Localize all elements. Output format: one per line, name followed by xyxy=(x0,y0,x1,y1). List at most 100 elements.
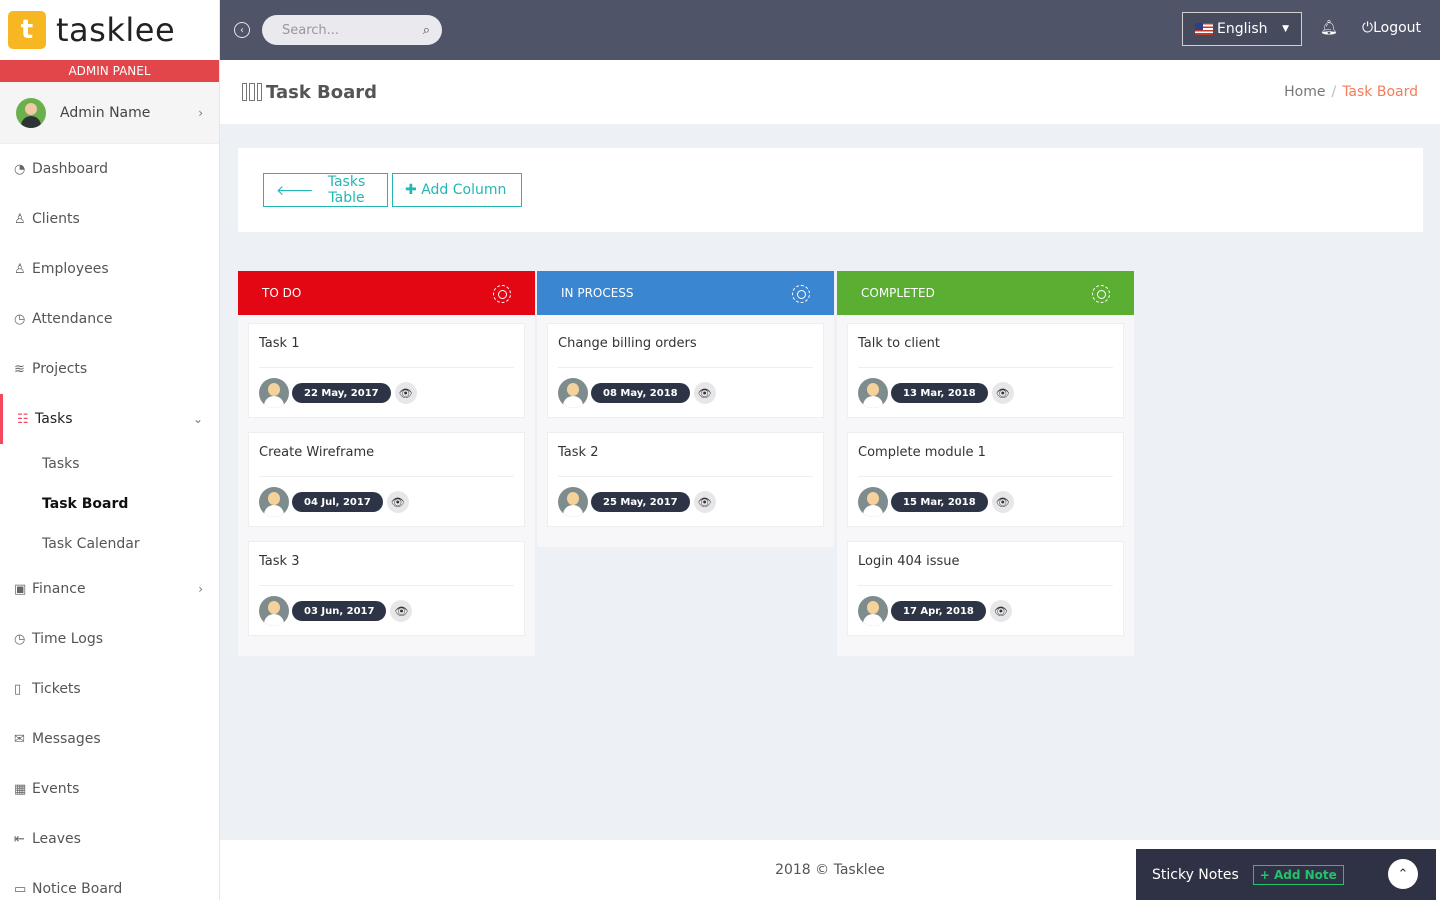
sidebar-subitem-label: Task Board xyxy=(42,496,129,512)
avatar xyxy=(858,378,888,408)
sidebar-item-leaves[interactable]: ⇤ Leaves xyxy=(0,814,219,864)
avatar xyxy=(558,487,588,517)
task-card[interactable]: Login 404 issue 17 Apr, 2018 👁︎ xyxy=(847,541,1124,636)
logout-label: Logout xyxy=(1373,20,1422,36)
sidebar-item-label: Employees xyxy=(32,261,109,277)
eye-icon[interactable]: 👁︎ xyxy=(989,600,1012,622)
add-note-button[interactable]: + Add Note xyxy=(1252,864,1344,885)
task-title: Talk to client xyxy=(858,336,1113,368)
laptop-icon: ▭ xyxy=(14,881,27,897)
task-card[interactable]: Change billing orders 08 May, 2018 👁︎ xyxy=(547,323,824,418)
gear-icon[interactable] xyxy=(1092,285,1110,303)
add-note-label: Add Note xyxy=(1273,867,1337,882)
envelope-icon: ✉ xyxy=(14,731,25,747)
eye-icon[interactable]: 👁︎ xyxy=(394,382,417,404)
task-card[interactable]: Talk to client 13 Mar, 2018 👁︎ xyxy=(847,323,1124,418)
sidebar-item-label: Events xyxy=(32,781,80,797)
gear-icon[interactable] xyxy=(792,285,810,303)
task-card[interactable]: Task 1 22 May, 2017 👁︎ xyxy=(248,323,525,418)
sidebar-subitem-task-board[interactable]: Task Board xyxy=(0,484,219,524)
task-card[interactable]: Create Wireframe 04 Jul, 2017 👁︎ xyxy=(248,432,525,527)
task-meta: 25 May, 2017 👁︎ xyxy=(558,487,813,517)
list-icon: ☷ xyxy=(17,411,29,427)
profile-name: Admin Name xyxy=(60,104,151,121)
brand-logo[interactable]: t tasklee xyxy=(0,0,219,60)
plus-icon: + xyxy=(1259,867,1274,882)
search-icon[interactable]: ⌕ xyxy=(423,23,430,38)
sidebar-item-finance[interactable]: ▣ Finance › xyxy=(0,564,219,614)
us-flag-icon xyxy=(1195,23,1213,35)
tasks-table-button[interactable]: 🡐 Tasks Table xyxy=(263,173,388,207)
sidebar-item-time-logs[interactable]: ◷ Time Logs xyxy=(0,614,219,664)
language-select[interactable]: English ▼ xyxy=(1182,12,1302,46)
brand-name: tasklee xyxy=(56,11,176,49)
avatar xyxy=(16,97,46,128)
sidebar-item-label: Projects xyxy=(32,361,88,377)
column-title: TO DO xyxy=(262,286,302,300)
task-meta: 15 Mar, 2018 👁︎ xyxy=(858,487,1113,517)
sidebar-item-label: Attendance xyxy=(32,311,113,327)
task-card[interactable]: Task 2 25 May, 2017 👁︎ xyxy=(547,432,824,527)
avatar xyxy=(858,487,888,517)
breadcrumb: Home / Task Board xyxy=(1284,84,1418,100)
column-title: COMPLETED xyxy=(861,286,935,300)
task-title: Login 404 issue xyxy=(858,554,1113,586)
sidebar-subitem-task-calendar[interactable]: Task Calendar xyxy=(0,524,219,564)
eye-icon[interactable]: 👁︎ xyxy=(991,382,1014,404)
sidebar-item-attendance[interactable]: ◷ Attendance xyxy=(0,294,219,344)
add-column-label: Add Column xyxy=(421,182,507,198)
column-header[interactable]: COMPLETED xyxy=(837,271,1134,315)
sidebar-item-label: Time Logs xyxy=(32,631,104,647)
sidebar-item-label: Messages xyxy=(32,731,101,747)
sidebar-item-tasks[interactable]: ☷ Tasks ⌄ xyxy=(0,394,219,444)
plus-icon: ✚ xyxy=(405,182,422,198)
task-card[interactable]: Complete module 1 15 Mar, 2018 👁︎ xyxy=(847,432,1124,527)
sidebar-subitem-label: Tasks xyxy=(42,456,80,472)
ticket-icon: ▯ xyxy=(14,681,22,697)
task-title: Complete module 1 xyxy=(858,445,1113,477)
sidebar: t tasklee ADMIN PANEL Admin Name › ◔ Dash… xyxy=(0,0,220,900)
chevron-up-icon[interactable]: ⌃ xyxy=(1388,859,1418,889)
column-header[interactable]: IN PROCESS xyxy=(537,271,834,315)
column-header[interactable]: TO DO xyxy=(238,271,535,315)
column-body: Task 1 22 May, 2017 👁︎ Create Wireframe … xyxy=(238,315,535,656)
logout-button[interactable]: ⏻Logout xyxy=(1362,20,1421,36)
sidebar-item-employees[interactable]: ♙ Employees xyxy=(0,244,219,294)
sidebar-item-label: Clients xyxy=(32,211,80,227)
sidebar-item-dashboard[interactable]: ◔ Dashboard xyxy=(0,144,219,194)
sidebar-toggle-icon[interactable]: ‹ xyxy=(234,22,250,38)
breadcrumb-home[interactable]: Home xyxy=(1284,84,1325,100)
gear-icon[interactable] xyxy=(493,285,511,303)
page-header: Task Board Home / Task Board xyxy=(220,60,1440,124)
task-title: Create Wireframe xyxy=(259,445,514,477)
profile-menu[interactable]: Admin Name › xyxy=(0,82,219,144)
add-column-button[interactable]: ✚ Add Column xyxy=(392,173,522,207)
column-body: Change billing orders 08 May, 2018 👁︎ Ta… xyxy=(537,315,834,547)
task-date: 25 May, 2017 xyxy=(591,492,690,512)
eye-icon[interactable]: 👁︎ xyxy=(386,491,409,513)
task-meta: 03 Jun, 2017 👁︎ xyxy=(259,596,514,626)
columns-icon xyxy=(242,83,262,101)
bell-icon[interactable]: 🔔︎ xyxy=(1320,20,1338,36)
eye-icon[interactable]: 👁︎ xyxy=(693,382,716,404)
board-column-todo: TO DO Task 1 22 May, 2017 👁︎ Create Wire… xyxy=(238,271,535,656)
sidebar-item-tickets[interactable]: ▯ Tickets xyxy=(0,664,219,714)
sidebar-item-projects[interactable]: ≋ Projects xyxy=(0,344,219,394)
sidebar-subitem-label: Task Calendar xyxy=(42,536,140,552)
task-card[interactable]: Task 3 03 Jun, 2017 👁︎ xyxy=(248,541,525,636)
sidebar-item-notice-board[interactable]: ▭ Notice Board xyxy=(0,864,219,900)
clock-icon: ◷ xyxy=(14,631,26,647)
breadcrumb-separator: / xyxy=(1331,84,1337,100)
sidebar-subitem-tasks[interactable]: Tasks xyxy=(0,444,219,484)
sidebar-item-events[interactable]: ▦ Events xyxy=(0,764,219,814)
sidebar-item-label: Leaves xyxy=(32,831,81,847)
task-meta: 22 May, 2017 👁︎ xyxy=(259,378,514,408)
eye-icon[interactable]: 👁︎ xyxy=(693,491,716,513)
search-input[interactable] xyxy=(282,22,423,38)
sidebar-item-clients[interactable]: ♙ Clients xyxy=(0,194,219,244)
eye-icon[interactable]: 👁︎ xyxy=(390,600,413,622)
eye-icon[interactable]: 👁︎ xyxy=(991,491,1014,513)
sidebar-item-messages[interactable]: ✉ Messages xyxy=(0,714,219,764)
clock-icon: ◷ xyxy=(14,311,26,327)
board-column-completed: COMPLETED Talk to client 13 Mar, 2018 👁︎… xyxy=(837,271,1134,656)
